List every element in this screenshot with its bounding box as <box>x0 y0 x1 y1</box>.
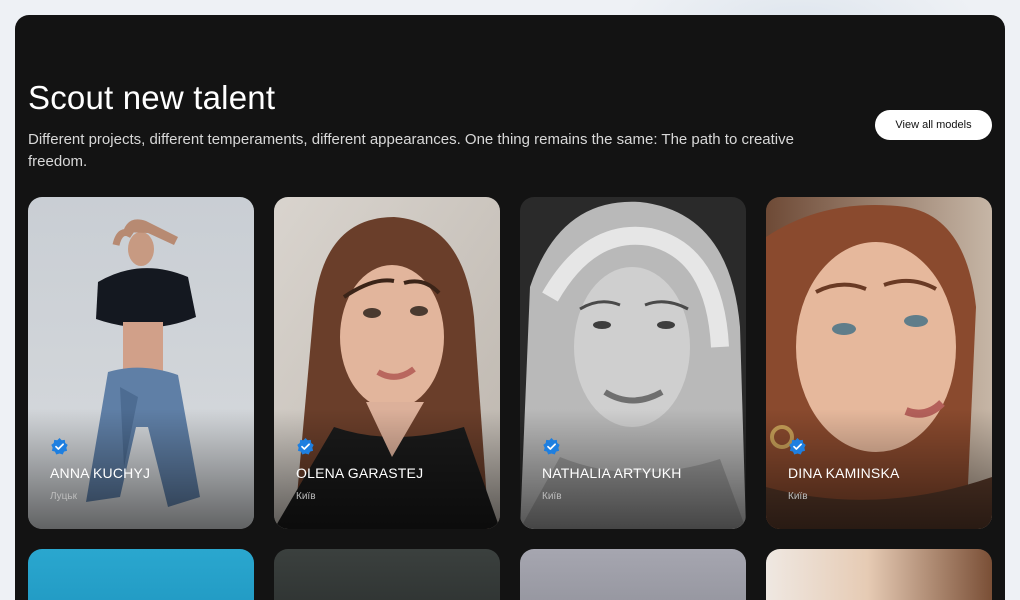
model-card[interactable]: ANNA KUCHYJ Луцьк <box>28 197 254 529</box>
verified-badge-icon <box>297 437 314 455</box>
model-card[interactable]: DINA KAMINSKA Київ <box>766 197 992 529</box>
model-city: Луцьк <box>50 491 77 502</box>
model-city: Київ <box>296 491 316 502</box>
section-subtitle: Different projects, different temperamen… <box>28 131 794 170</box>
model-card[interactable] <box>766 549 992 600</box>
model-name: OLENA GARASTEJ <box>296 465 424 481</box>
model-card[interactable] <box>274 549 500 600</box>
model-name: ANNA KUCHYJ <box>50 465 151 481</box>
model-name: DINA KAMINSKA <box>788 465 900 481</box>
model-card[interactable]: NATHALIA ARTYUKH Київ <box>520 197 746 529</box>
verified-badge-icon <box>789 437 806 455</box>
model-card[interactable] <box>520 549 746 600</box>
talent-section: Scout new talent Different projects, dif… <box>15 15 1005 600</box>
verified-badge-icon <box>543 437 560 455</box>
model-city: Київ <box>542 491 562 502</box>
verified-badge-icon <box>51 437 68 455</box>
model-card[interactable] <box>28 549 254 600</box>
model-city: Київ <box>788 491 808 502</box>
view-all-models-button[interactable]: View all models <box>875 110 992 140</box>
model-name: NATHALIA ARTYUKH <box>542 465 682 481</box>
section-title: Scout new talent <box>28 79 276 116</box>
model-card[interactable]: OLENA GARASTEJ Київ <box>274 197 500 529</box>
